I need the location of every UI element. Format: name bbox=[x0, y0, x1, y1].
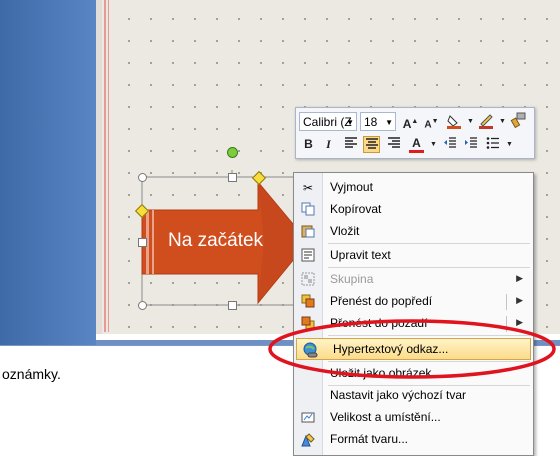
menu-item-label: Kopírovat bbox=[330, 202, 382, 216]
context-menu: ✂ Vyjmout Kopírovat Vložit Upravit text … bbox=[293, 172, 534, 456]
chevron-down-icon[interactable]: ▼ bbox=[346, 113, 354, 132]
submenu-arrow-icon: ▶ bbox=[516, 273, 523, 283]
chevron-down-icon[interactable]: ▼ bbox=[501, 136, 518, 153]
slide-panel-background bbox=[0, 0, 96, 345]
shrink-font-icon[interactable]: A▼ bbox=[423, 113, 440, 130]
menu-item-edit-text[interactable]: Upravit text bbox=[294, 245, 533, 267]
red-highlight-ellipse bbox=[268, 319, 556, 379]
increase-indent-icon[interactable] bbox=[462, 136, 479, 153]
slide-left-margin bbox=[96, 0, 102, 340]
group-icon bbox=[300, 272, 316, 288]
paste-icon bbox=[300, 224, 316, 240]
bold-icon[interactable]: B bbox=[300, 136, 317, 153]
menu-item-bring-to-front[interactable]: Přenést do popředí ▶ bbox=[294, 291, 533, 313]
menu-item-label: Formát tvaru... bbox=[330, 432, 409, 446]
menu-item-copy[interactable]: Kopírovat bbox=[294, 199, 533, 221]
font-size-combo[interactable]: 18 ▼ bbox=[360, 112, 396, 131]
align-center-icon[interactable] bbox=[363, 136, 380, 153]
resize-handle-top-left[interactable] bbox=[138, 173, 147, 182]
menu-item-label: Upravit text bbox=[330, 248, 391, 262]
align-left-icon[interactable] bbox=[342, 136, 359, 153]
split-divider bbox=[506, 294, 507, 310]
menu-item-group: Skupina ▶ bbox=[294, 269, 533, 291]
font-size-value: 18 bbox=[364, 115, 378, 129]
size-position-icon bbox=[300, 410, 316, 426]
grow-font-icon[interactable]: A▲ bbox=[402, 113, 419, 131]
menu-item-label: Vložit bbox=[330, 224, 360, 238]
menu-item-label: Přenést do popředí bbox=[330, 294, 433, 308]
resize-handle-top[interactable] bbox=[228, 173, 237, 182]
menu-item-format-shape[interactable]: Formát tvaru... bbox=[294, 429, 533, 451]
font-name-value: Calibri (Z bbox=[303, 115, 352, 129]
menu-item-size-position[interactable]: Velikost a umístění... bbox=[294, 407, 533, 429]
arrow-text[interactable]: Na začátek bbox=[168, 230, 288, 252]
slide-guide-line bbox=[108, 0, 109, 332]
decrease-indent-icon[interactable] bbox=[441, 136, 458, 153]
menu-item-label: Nastavit jako výchozí tvar bbox=[330, 388, 467, 402]
resize-handle-left[interactable] bbox=[138, 238, 147, 247]
font-color-icon[interactable]: A bbox=[408, 135, 425, 153]
notes-text[interactable]: oznámky. bbox=[2, 366, 61, 382]
menu-item-cut[interactable]: ✂ Vyjmout bbox=[294, 177, 533, 199]
rotate-handle[interactable] bbox=[227, 147, 238, 158]
format-painter-icon[interactable] bbox=[509, 112, 526, 129]
default-shape-icon bbox=[300, 388, 316, 404]
align-right-icon[interactable] bbox=[385, 136, 402, 153]
menu-separator bbox=[328, 243, 530, 244]
bullets-icon[interactable] bbox=[484, 136, 501, 153]
menu-item-label: Velikost a umístění... bbox=[330, 410, 441, 424]
bring-front-icon bbox=[300, 294, 316, 310]
line-color-icon[interactable] bbox=[477, 113, 494, 130]
menu-item-label: Skupina bbox=[330, 272, 374, 286]
menu-separator bbox=[328, 267, 530, 268]
chevron-down-icon[interactable]: ▼ bbox=[385, 113, 393, 132]
menu-item-paste[interactable]: Vložit bbox=[294, 221, 533, 243]
chevron-down-icon[interactable]: ▼ bbox=[425, 136, 442, 153]
menu-item-set-default-shape[interactable]: Nastavit jako výchozí tvar bbox=[294, 385, 533, 407]
resize-handle-bottom[interactable] bbox=[228, 301, 237, 310]
edit-text-icon bbox=[300, 248, 316, 264]
submenu-arrow-icon[interactable]: ▶ bbox=[516, 295, 523, 306]
menu-item-label: Vyjmout bbox=[330, 180, 373, 194]
scissors-icon: ✂ bbox=[302, 181, 314, 195]
mini-toolbar: Calibri (Z ▼ 18 ▼ A▲ A▼ ▼ ▼ B I A ▼ ▼ bbox=[295, 107, 535, 159]
fill-color-icon[interactable] bbox=[445, 113, 462, 130]
italic-icon[interactable]: I bbox=[320, 136, 337, 153]
copy-icon bbox=[300, 202, 316, 218]
slide-guide-line bbox=[104, 0, 106, 332]
font-name-combo[interactable]: Calibri (Z ▼ bbox=[299, 112, 357, 131]
format-shape-icon bbox=[300, 432, 316, 448]
resize-handle-bottom-left[interactable] bbox=[138, 301, 147, 310]
